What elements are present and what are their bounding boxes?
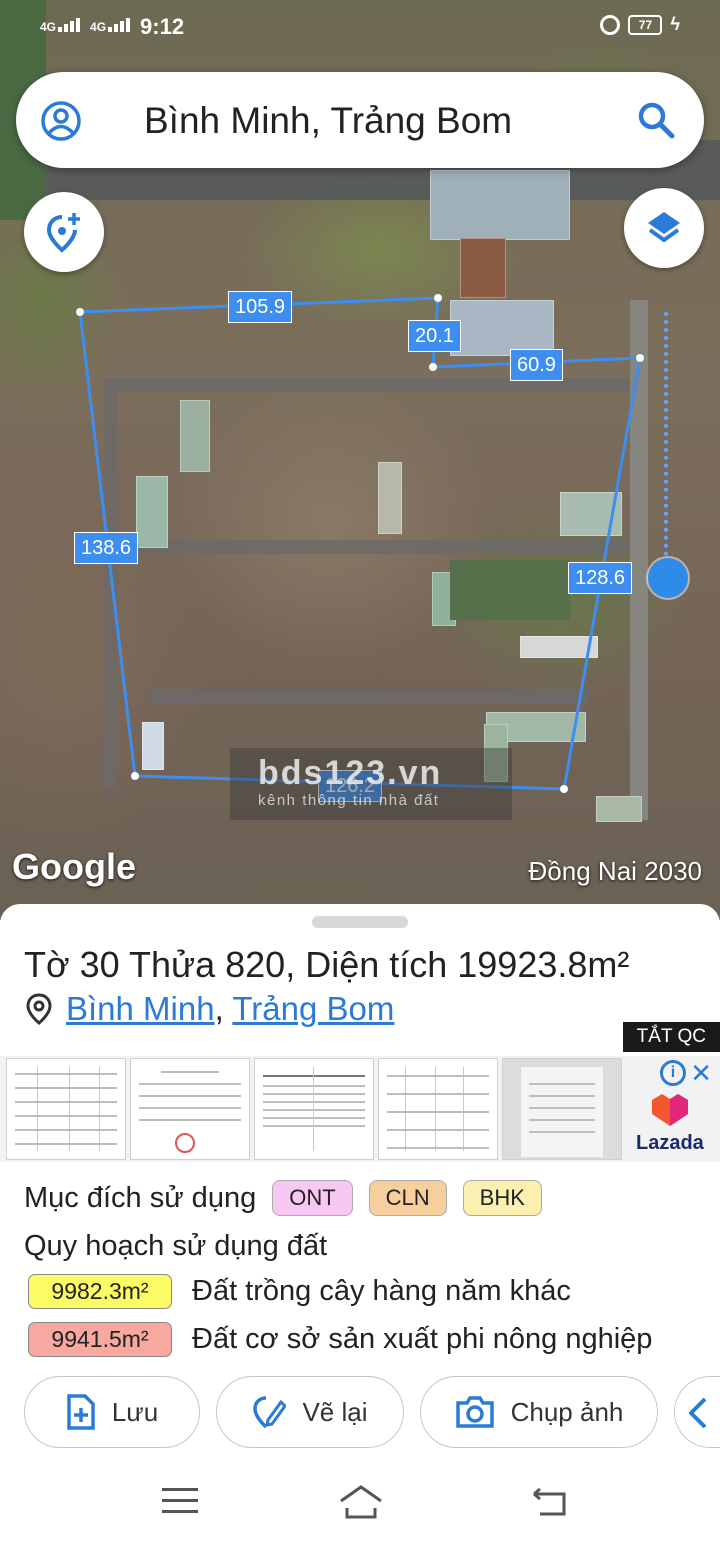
ad-thumbnail[interactable] — [502, 1058, 622, 1160]
redraw-label: Vẽ lại — [302, 1396, 368, 1427]
edit-icon — [253, 1396, 287, 1429]
land-use-label: Mục đích sử dụng — [24, 1181, 257, 1214]
district-link[interactable]: Trảng Bom — [232, 990, 394, 1027]
planning-row: 9982.3m² Đất trồng cây hàng năm khác — [28, 1274, 571, 1309]
pin-icon — [26, 993, 52, 1025]
avatar-icon[interactable] — [40, 100, 82, 142]
search-bar[interactable]: Bình Minh, Trảng Bom — [16, 72, 704, 168]
ad-thumbnail[interactable] — [254, 1058, 374, 1160]
ad-thumbnail[interactable] — [130, 1058, 250, 1160]
planning-row: 9941.5m² Đất cơ sở sản xuất phi nông ngh… — [28, 1322, 652, 1357]
redraw-button[interactable]: Vẽ lại — [216, 1376, 404, 1448]
add-location-icon — [46, 213, 80, 253]
system-navigation-bar — [0, 1464, 720, 1544]
parcel-location: Bình Minh, Trảng Bom — [26, 990, 394, 1028]
ward-link[interactable]: Bình Minh — [66, 990, 215, 1027]
save-label: Lưu — [111, 1396, 159, 1427]
parcel-title: Tờ 30 Thửa 820, Diện tích 19923.8m² — [24, 944, 630, 985]
capture-button[interactable]: Chụp ảnh — [420, 1376, 658, 1448]
camera-icon — [455, 1396, 494, 1428]
ad-thumbnail[interactable] — [6, 1058, 126, 1160]
charging-icon: ϟ — [670, 14, 680, 34]
close-ad-button[interactable]: TẮT QC — [622, 1022, 720, 1052]
save-button[interactable]: Lưu — [24, 1376, 200, 1448]
measurement-label: 20.1 — [408, 320, 461, 352]
capture-label: Chụp ảnh — [510, 1396, 624, 1427]
ad-banner[interactable]: i ✕ Lazada — [0, 1056, 720, 1162]
measurement-label: 128.6 — [568, 562, 633, 594]
land-use-chip[interactable]: CLN — [368, 1180, 447, 1216]
ad-brand: Lazada — [636, 1132, 704, 1154]
status-bar: 4G 4G 9:12 77 ϟ — [0, 0, 720, 56]
land-use-row: Mục đích sử dụng ONT CLN BHK — [24, 1180, 542, 1216]
share-button[interactable] — [674, 1376, 720, 1448]
land-use-chip[interactable]: ONT — [272, 1180, 353, 1216]
back-icon[interactable] — [530, 1486, 568, 1518]
planning-area: 9982.3m² — [28, 1274, 172, 1309]
info-icon[interactable]: i — [660, 1060, 686, 1086]
home-icon[interactable] — [338, 1484, 384, 1520]
measurement-label: 105.9 — [228, 291, 293, 323]
layers-icon — [648, 212, 680, 243]
signal-icon — [108, 18, 131, 32]
search-query[interactable]: Bình Minh, Trảng Bom — [144, 100, 512, 142]
planning-heading: Quy hoạch sử dụng đất — [24, 1230, 328, 1262]
google-logo: Google — [12, 846, 136, 887]
watermark-subtext: kênh thông tin nhà đất — [258, 792, 440, 809]
watermark-text: bds123.vn — [258, 754, 443, 792]
land-use-chip[interactable]: BHK — [462, 1180, 542, 1216]
network-indicator: 4G — [40, 18, 82, 34]
layers-button[interactable] — [624, 188, 704, 268]
network-indicator: 4G — [90, 18, 132, 34]
menu-icon[interactable] — [162, 1488, 198, 1521]
save-icon — [67, 1394, 95, 1430]
measurement-label: 138.6 — [74, 532, 139, 564]
clock: 9:12 — [140, 14, 185, 39]
planning-area: 9941.5m² — [28, 1322, 172, 1357]
map-year-label: Đồng Nai 2030 — [528, 856, 702, 886]
parcel-info-sheet: Tờ 30 Thửa 820, Diện tích 19923.8m² Bình… — [0, 904, 720, 1544]
lazada-logo — [652, 1094, 688, 1126]
planning-description: Đất trồng cây hàng năm khác — [192, 1275, 571, 1307]
close-icon[interactable]: ✕ — [690, 1058, 712, 1089]
ad-thumbnail[interactable] — [378, 1058, 498, 1160]
search-icon[interactable] — [636, 100, 676, 140]
signal-icon — [58, 18, 81, 32]
planning-description: Đất cơ sở sản xuất phi nông nghiệp — [192, 1323, 653, 1355]
add-location-button[interactable] — [24, 192, 104, 272]
zoom-slider-thumb[interactable] — [648, 558, 688, 598]
battery-icon: 77 — [628, 14, 663, 35]
sheet-drag-handle[interactable] — [312, 916, 408, 928]
action-buttons: Lưu Vẽ lại Chụp ảnh — [24, 1376, 658, 1448]
measurement-label: 60.9 — [510, 349, 563, 381]
zoom-slider-track[interactable] — [664, 312, 670, 580]
alarm-icon — [600, 14, 621, 35]
share-icon — [689, 1397, 707, 1429]
location-separator: , — [214, 990, 224, 1027]
